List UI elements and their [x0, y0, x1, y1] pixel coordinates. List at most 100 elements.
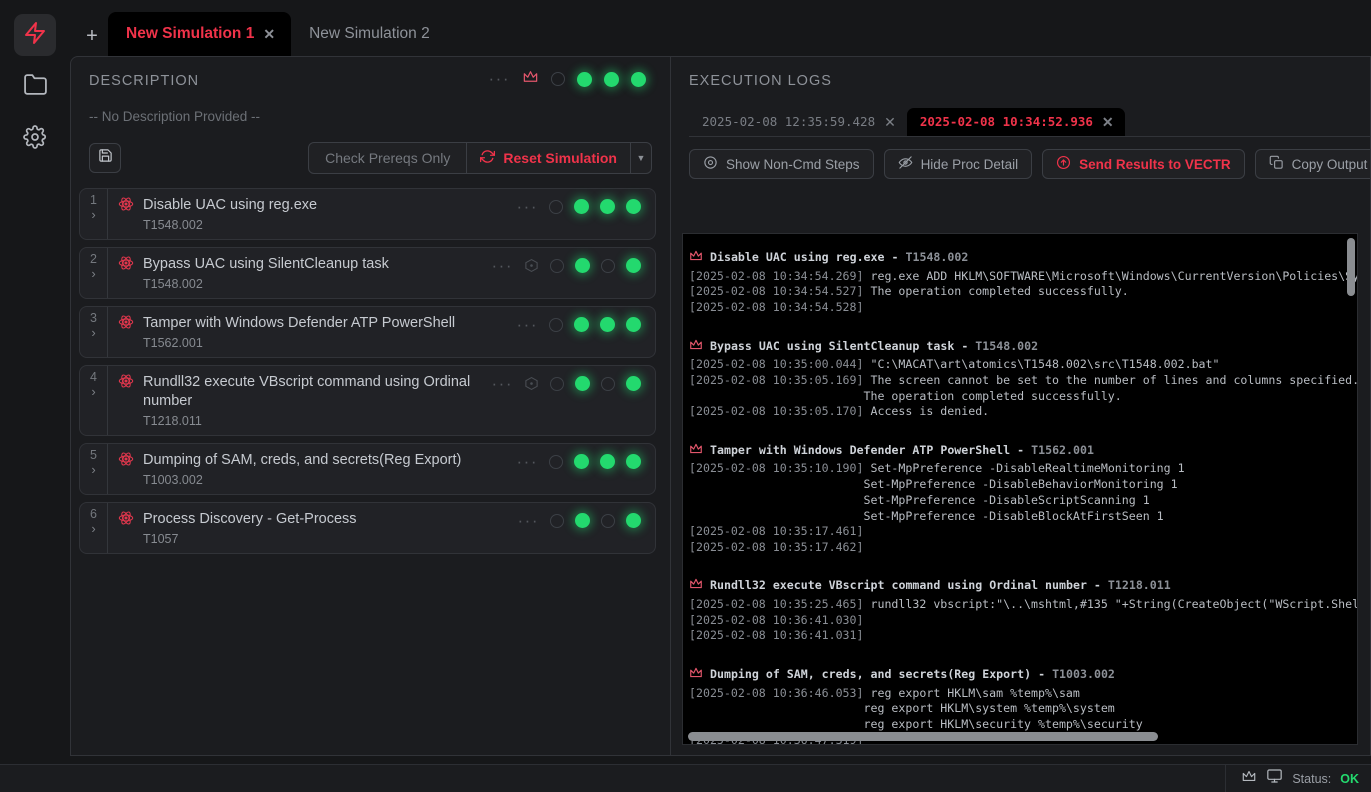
button-label: Copy Output	[1292, 157, 1368, 172]
copy-output-button[interactable]: Copy Output	[1255, 149, 1371, 179]
overflow-menu-icon[interactable]: ···	[492, 261, 513, 271]
app-rail	[0, 0, 70, 792]
status-dot-empty	[549, 318, 563, 332]
description-panel: DESCRIPTION ··· -- No Description Provid…	[70, 56, 671, 756]
hide-proc-detail-button[interactable]: Hide Proc Detail	[884, 149, 1033, 179]
log-entry-technique: T1548.002	[906, 250, 969, 266]
chevron-right-icon[interactable]: ›	[91, 325, 95, 341]
log-text: Access is denied.	[864, 404, 990, 418]
chevron-right-icon[interactable]: ›	[91, 384, 95, 400]
overflow-menu-icon[interactable]: ···	[492, 379, 513, 389]
log-tab-label: 2025-02-08 10:34:52.936	[920, 114, 1093, 129]
hexagon-target-icon[interactable]	[524, 376, 539, 391]
log-entry-title: Bypass UAC using SilentCleanup task	[710, 339, 954, 355]
status-dot-green	[626, 317, 641, 332]
simulation-name: Rundll32 execute VBscript command using …	[143, 373, 503, 411]
log-entry-title: Tamper with Windows Defender ATP PowerSh…	[710, 443, 1010, 459]
simulation-row[interactable]: 3›Tamper with Windows Defender ATP Power…	[79, 306, 656, 358]
status-dot-green	[626, 258, 641, 273]
rail-item-library[interactable]	[14, 66, 56, 108]
log-line: [2025-02-08 10:36:41.031]	[689, 628, 1357, 644]
rail-item-settings[interactable]	[14, 118, 56, 160]
overflow-menu-icon[interactable]: ···	[489, 74, 510, 84]
status-bar: Status: OK	[0, 764, 1371, 792]
reset-simulation-label: Reset Simulation	[503, 150, 617, 166]
technique-id: T1218.011	[143, 414, 649, 428]
log-line: [2025-02-08 10:35:05.169] The screen can…	[689, 373, 1357, 389]
log-timestamp: [2025-02-08 10:35:25.465]	[689, 597, 864, 611]
simulation-row[interactable]: 2›Bypass UAC using SilentCleanup taskT15…	[79, 247, 656, 299]
log-line: [2025-02-08 10:35:25.465] rundll32 vbscr…	[689, 597, 1357, 613]
show-non-cmd-steps-button[interactable]: Show Non-Cmd Steps	[689, 149, 874, 179]
log-text: reg.exe ADD HKLM\SOFTWARE\Microsoft\Wind…	[864, 269, 1357, 283]
log-line: [2025-02-08 10:34:54.528]	[689, 300, 1357, 316]
execution-logs-panel: EXECUTION LOGS 2025-02-08 12:35:59.428 ✕…	[671, 56, 1371, 756]
status-label: Status:	[1292, 772, 1331, 786]
atom-icon	[118, 255, 134, 291]
row-body: Disable UAC using reg.exeT1548.002	[108, 189, 655, 239]
tab-new-simulation-1[interactable]: New Simulation 1 ✕	[108, 12, 291, 56]
log-tab-2[interactable]: 2025-02-08 10:34:52.936 ✕	[907, 108, 1125, 136]
hexagon-target-icon[interactable]	[524, 258, 539, 273]
log-entry-dash: -	[892, 250, 899, 266]
crown-icon	[689, 249, 703, 267]
log-horizontal-scrollbar[interactable]	[688, 732, 1352, 741]
close-icon[interactable]: ✕	[884, 115, 896, 129]
log-entry-dash: -	[1038, 667, 1045, 683]
tab-label: New Simulation 2	[309, 25, 430, 43]
send-results-to-vectr-button[interactable]: Send Results to VECTR	[1042, 149, 1245, 179]
new-tab-button[interactable]: +	[76, 18, 108, 56]
log-entry-dash: -	[1017, 443, 1024, 459]
log-entry-title: Dumping of SAM, creds, and secrets(Reg E…	[710, 667, 1031, 683]
monitor-icon	[1266, 768, 1283, 789]
simulation-name: Process Discovery - Get-Process	[143, 510, 503, 529]
row-index: 4	[90, 370, 97, 384]
log-entry-title: Disable UAC using reg.exe	[710, 250, 885, 266]
rail-item-simulations[interactable]	[14, 14, 56, 56]
save-disk-icon	[98, 148, 113, 168]
simulation-row[interactable]: 6›Process Discovery - Get-ProcessT1057··…	[79, 502, 656, 554]
status-dot-green	[600, 199, 615, 214]
description-header: DESCRIPTION ···	[71, 57, 670, 99]
chevron-right-icon[interactable]: ›	[91, 521, 95, 537]
row-index: 2	[90, 252, 97, 266]
overflow-menu-icon[interactable]: ···	[517, 202, 538, 212]
log-output-view[interactable]: Disable UAC using reg.exe-T1548.002[2025…	[682, 233, 1358, 745]
simulation-row[interactable]: 5› Dumping of SAM, creds, and secrets(Reg…	[79, 443, 656, 495]
overflow-menu-icon[interactable]: ···	[518, 516, 539, 526]
chevron-right-icon[interactable]: ›	[91, 207, 95, 223]
chevron-down-icon[interactable]: ▼	[631, 143, 651, 173]
save-button[interactable]	[89, 143, 121, 173]
row-index-column: 6›	[80, 503, 108, 553]
row-index: 1	[90, 193, 97, 207]
chevron-right-icon[interactable]: ›	[91, 462, 95, 478]
description-status-cluster: ···	[489, 69, 646, 89]
description-body: -- No Description Provided --	[71, 99, 670, 124]
log-tab-1[interactable]: 2025-02-08 12:35:59.428 ✕	[689, 108, 907, 136]
row-index-column: 1›	[80, 189, 108, 239]
scrollbar-thumb[interactable]	[1347, 238, 1355, 296]
log-text: rundll32 vbscript:"\..\mshtml,#135 "+Str…	[864, 597, 1357, 611]
close-icon[interactable]: ✕	[1102, 115, 1114, 129]
check-prereqs-only-button[interactable]: Check Prereqs Only	[309, 143, 467, 173]
chevron-right-icon[interactable]: ›	[91, 266, 95, 282]
log-text: reg export HKLM\system %temp%\system	[857, 701, 1115, 715]
row-index: 5	[90, 448, 97, 462]
simulation-name: Dumping of SAM, creds, and secrets(Reg E…	[143, 451, 503, 470]
simulation-row[interactable]: 4› Rundll32 execute VBscript command usin…	[79, 365, 656, 436]
log-toolbar: Show Non-Cmd Steps Hide Proc Detail Send…	[671, 137, 1370, 179]
simulation-row[interactable]: 1›Disable UAC using reg.exeT1548.002···	[79, 188, 656, 240]
log-line: [2025-02-08 10:35:17.461]	[689, 524, 1357, 540]
status-dot-green	[574, 199, 589, 214]
overflow-menu-icon[interactable]: ···	[517, 457, 538, 467]
scrollbar-thumb[interactable]	[688, 732, 1158, 741]
tab-new-simulation-2[interactable]: New Simulation 2	[291, 12, 446, 56]
overflow-menu-icon[interactable]: ···	[517, 320, 538, 330]
log-timestamp: [2025-02-08 10:35:10.190]	[689, 461, 864, 475]
simulation-name: Bypass UAC using SilentCleanup task	[143, 255, 503, 274]
log-vertical-scrollbar[interactable]	[1347, 238, 1355, 738]
row-status-cluster: ···	[492, 376, 641, 391]
close-icon[interactable]: ✕	[263, 27, 275, 41]
technique-id: T1548.002	[143, 218, 649, 232]
reset-simulation-button[interactable]: Reset Simulation	[467, 143, 631, 173]
